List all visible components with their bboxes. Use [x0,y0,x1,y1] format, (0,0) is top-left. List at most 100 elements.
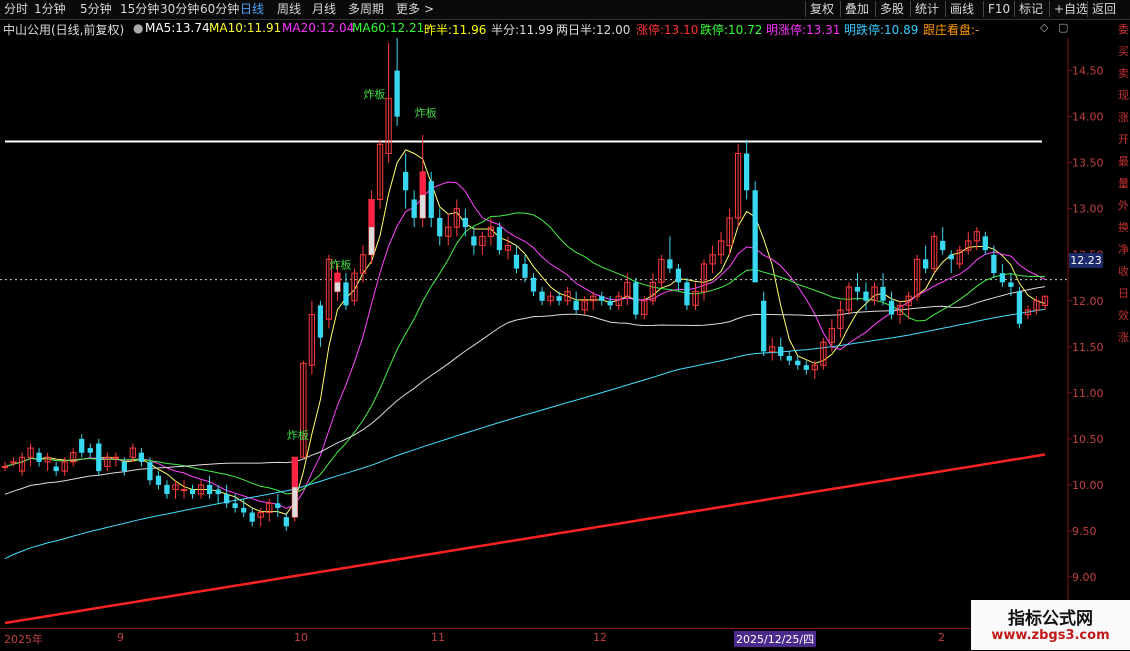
candle-body [411,199,417,218]
indicator-item: 明跌停:10.89 [844,23,919,37]
right-panel-partial: 委买卖现涨开最量外换净收日效涨 [1118,19,1130,599]
candle-body [437,217,443,237]
toolbar-button[interactable]: 叠加 [840,1,873,17]
candle-body [462,217,468,228]
toolbar-button[interactable]: 标记 [1014,1,1047,17]
date-label: 11 [431,631,445,644]
diamond-icon[interactable]: ◇ [1040,21,1048,34]
limit-candle-lower [368,227,375,255]
candle-body [138,452,145,462]
candle-body [96,443,102,472]
candle-body [53,466,59,472]
candlestick-chart[interactable]: 14.5014.0013.5013.0012.5012.0011.5011.00… [0,38,1118,628]
window-icon[interactable]: ▢ [1058,21,1068,34]
limit-candle-lower [292,487,298,518]
period-tab[interactable]: 15分钟 [120,1,159,18]
toolbar-button[interactable]: 统计 [910,1,943,17]
side-label: 净 [1118,243,1129,256]
period-tab[interactable]: 日线 [240,1,264,18]
y-tick-label: 10.00 [1072,479,1104,492]
period-tab[interactable]: 多周期 [348,1,384,18]
period-tab[interactable]: 1分钟 [34,1,66,18]
candle-body [675,268,682,283]
candle-body [275,503,281,508]
toolbar-button[interactable]: 多股 [875,1,908,17]
toolbar-button[interactable]: 画线 [945,1,978,17]
side-label: 量 [1118,177,1129,190]
candle-body [667,259,673,269]
y-tick-label: 10.50 [1072,433,1104,446]
more-arrow-icon[interactable]: > [424,1,434,18]
candle-body [215,489,221,495]
candle-body [496,227,503,251]
candle-body [923,259,929,269]
candle-body [880,286,886,301]
side-label: 效 [1118,309,1129,322]
candle-body [147,461,153,481]
limit-candle-upper [368,199,375,228]
y-tick-label: 12.00 [1072,295,1104,308]
candle-body [982,236,988,251]
toolbar-button[interactable]: +自选 [1049,1,1092,17]
annotation-label: 炸板 [287,428,309,442]
annotation-label: 炸板 [329,258,351,272]
candle-body [522,263,528,278]
candle-body [36,452,42,462]
date-label: 2 [938,631,945,644]
side-label: 最 [1118,155,1129,168]
stock-title: 中山公用(日线,前复权) [3,23,125,37]
period-tab[interactable]: 周线 [277,1,301,18]
side-label: 卖 [1118,67,1129,80]
period-tab[interactable]: 60分钟 [200,1,239,18]
period-tab[interactable]: 5分钟 [80,1,112,18]
side-label: 外 [1118,199,1129,212]
candle-body [394,70,400,117]
side-label: 开 [1118,133,1129,146]
toolbar-button[interactable]: F10 [983,1,1014,17]
date-axis: 2025年 9 10 11 12 2025/12/25/四 2 [0,628,1072,651]
side-label: 日 [1118,287,1129,300]
indicator-info-bar: 中山公用(日线,前复权) ● MA5:13.74 MA10:11.91 MA20:1… [0,19,1072,38]
side-label: 买 [1118,45,1129,58]
candle-body [530,277,537,292]
side-label: 换 [1118,221,1129,234]
candle-body [180,489,188,492]
indicator-item: MA10:11.91 [209,21,282,35]
candle-body [752,190,758,283]
candle-body [863,291,869,301]
limit-candle-lower [334,282,341,292]
y-tick-label: 13.50 [1072,157,1104,170]
annotation-label: 炸板 [415,106,437,120]
candle-body [539,291,545,301]
period-tab[interactable]: 分时 [4,1,28,18]
candle-body [786,356,792,361]
candle-body [206,484,213,495]
indicator-item: 两日半:12.00 [556,23,631,37]
y-tick-label: 14.50 [1072,65,1104,78]
y-tick-label: 9.00 [1072,571,1097,584]
candle-body [428,181,434,218]
indicator-item: MA60:12.21 [352,21,425,35]
y-tick-label: 14.00 [1072,111,1104,124]
y-tick-label: 11.50 [1072,341,1104,354]
candle-body [317,305,324,338]
candle-body [999,273,1006,283]
y-tick-label: 13.00 [1072,203,1104,216]
indicator-item: 跌停:10.72 [700,23,763,37]
date-label: 2025年 [4,633,43,646]
period-tab[interactable]: 30分钟 [160,1,199,18]
candle-body [403,171,409,191]
candle-body [223,494,230,504]
candle-body [684,282,690,306]
candle-body [573,300,579,310]
toolbar-button[interactable]: 返回 [1087,1,1120,17]
toolbar-button[interactable]: 复权 [805,1,838,17]
period-tab[interactable]: 月线 [312,1,336,18]
side-label: 现 [1118,89,1129,102]
settings-circle-icon[interactable]: ● [133,21,143,35]
y-tick-label: 9.50 [1072,525,1097,538]
period-tab[interactable]: 更多 [396,1,420,18]
side-label: 收 [1118,265,1129,278]
date-label: 12 [593,631,607,644]
indicator-item: 明涨停:13.31 [766,23,841,37]
